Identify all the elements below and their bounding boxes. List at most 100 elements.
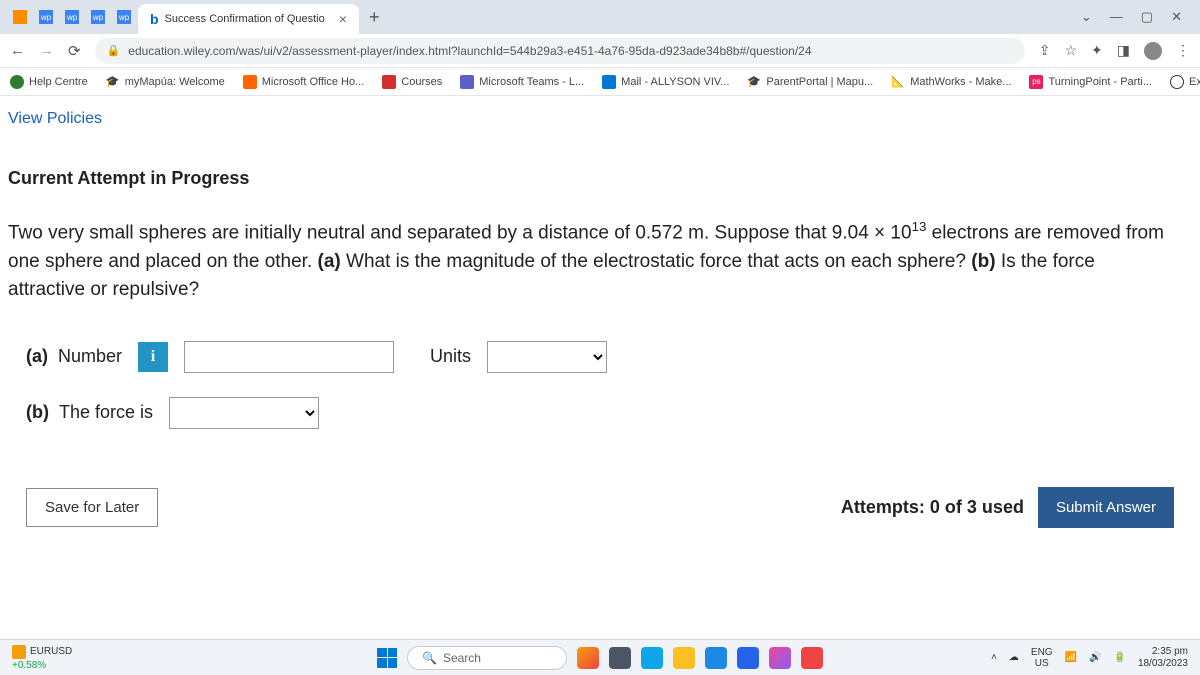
chevron-down-icon[interactable]: ⌄	[1081, 9, 1092, 25]
question-fragment: Two very small spheres are initially neu…	[8, 222, 912, 243]
taskbar-app-5[interactable]	[705, 647, 727, 669]
taskbar-app-3[interactable]	[641, 647, 663, 669]
view-policies-link[interactable]: View Policies	[8, 110, 1192, 128]
tab-pinned-2[interactable]: wp	[34, 5, 58, 29]
bookmark-teams[interactable]: Microsoft Teams - L...	[460, 75, 584, 89]
url-input[interactable]: 🔒 education.wiley.com/was/ui/v2/assessme…	[95, 38, 1025, 64]
wp-icon: wp	[91, 10, 105, 24]
time-text: 2:35 pm	[1152, 646, 1188, 658]
menu-icon[interactable]: ⋮	[1176, 42, 1190, 59]
bookmark-github[interactable]: Explore GitHub	[1170, 75, 1200, 89]
submit-answer-button[interactable]: Submit Answer	[1038, 487, 1174, 528]
taskbar-stock-widget[interactable]: EURUSD +0.58%	[12, 645, 72, 671]
reload-button[interactable]: ⟳	[68, 42, 81, 60]
bookmark-label: Mail - ALLYSON VIV...	[621, 76, 729, 88]
number-label: Number	[58, 346, 122, 366]
start-button[interactable]	[377, 648, 397, 668]
bookmark-label: myMapúa: Welcome	[125, 76, 225, 88]
mathworks-icon: 📐	[891, 75, 905, 89]
taskbar-app-8[interactable]	[801, 647, 823, 669]
wp-icon: wp	[65, 10, 79, 24]
taskbar-app-1[interactable]	[577, 647, 599, 669]
maximize-icon[interactable]: ▢	[1141, 9, 1153, 25]
bookmark-label: Explore GitHub	[1189, 76, 1200, 88]
minimize-icon[interactable]: —	[1110, 9, 1123, 25]
tab-active[interactable]: b Success Confirmation of Questio ×	[138, 4, 359, 34]
page-content: View Policies Current Attempt in Progres…	[0, 96, 1200, 528]
search-icon: 🔍	[422, 651, 437, 665]
bookmark-label: MathWorks - Make...	[910, 76, 1011, 88]
bookmark-mail[interactable]: Mail - ALLYSON VIV...	[602, 75, 729, 89]
star-icon[interactable]: ☆	[1064, 42, 1077, 59]
address-bar: ← → ⟳ 🔒 education.wiley.com/was/ui/v2/as…	[0, 34, 1200, 68]
puzzle-icon[interactable]: ✦	[1091, 42, 1103, 59]
answer-row-a: (a)Number i Units	[8, 341, 1192, 373]
browser-tab-strip: wp wp wp wp b Success Confirmation of Qu…	[0, 0, 1200, 34]
close-window-icon[interactable]: ✕	[1171, 9, 1182, 25]
clock[interactable]: 2:35 pm18/03/2023	[1138, 646, 1188, 670]
side-panel-icon[interactable]: ◨	[1117, 42, 1130, 59]
bookmark-label: Courses	[401, 76, 442, 88]
question-text: Two very small spheres are initially neu…	[8, 217, 1192, 305]
lang-top: ENG	[1031, 647, 1053, 658]
bookmark-label: Help Centre	[29, 76, 88, 88]
language-indicator[interactable]: ENGUS	[1031, 647, 1053, 669]
bookmark-mymapua[interactable]: 🎓 myMapúa: Welcome	[106, 75, 225, 89]
bookmark-office[interactable]: Microsoft Office Ho...	[243, 75, 365, 89]
save-for-later-button[interactable]: Save for Later	[26, 488, 158, 527]
taskbar-app-7[interactable]	[769, 647, 791, 669]
globe-icon	[10, 75, 24, 89]
stock-icon	[12, 645, 26, 659]
action-row: Save for Later Attempts: 0 of 3 used Sub…	[8, 487, 1192, 528]
taskbar-app-6[interactable]	[737, 647, 759, 669]
bookmark-label: TurningPoint - Parti...	[1048, 76, 1152, 88]
bookmarks-bar: Help Centre 🎓 myMapúa: Welcome Microsoft …	[0, 68, 1200, 96]
stock-change: +0.58%	[12, 660, 72, 671]
wp-icon: wp	[39, 10, 53, 24]
tab-pinned-1[interactable]	[8, 5, 32, 29]
lang-bot: US	[1035, 658, 1049, 669]
bookmark-help-centre[interactable]: Help Centre	[10, 75, 88, 89]
back-button[interactable]: ←	[10, 42, 25, 59]
wifi-icon[interactable]: 📶	[1065, 652, 1077, 663]
force-select[interactable]	[169, 397, 319, 429]
courses-icon	[382, 75, 396, 89]
new-tab-button[interactable]: +	[369, 7, 380, 28]
teams-icon	[460, 75, 474, 89]
units-select[interactable]	[487, 341, 607, 373]
bookmark-mathworks[interactable]: 📐 MathWorks - Make...	[891, 75, 1011, 89]
wp-icon: wp	[117, 10, 131, 24]
share-icon[interactable]: ⇪	[1039, 42, 1051, 59]
answer-row-b: (b)The force is	[8, 397, 1192, 429]
taskbar-app-2[interactable]	[609, 647, 631, 669]
number-input[interactable]	[184, 341, 394, 373]
tray-cloud-icon[interactable]: ☁	[1009, 652, 1019, 663]
exponent: 13	[912, 219, 927, 234]
bookmark-courses[interactable]: Courses	[382, 75, 442, 89]
forward-button[interactable]: →	[39, 42, 54, 59]
taskbar-app-4[interactable]	[673, 647, 695, 669]
office-icon	[243, 75, 257, 89]
bookmark-label: Microsoft Teams - L...	[479, 76, 584, 88]
bookmark-turningpoint[interactable]: psTurningPoint - Parti...	[1029, 75, 1152, 89]
tray-chevron-icon[interactable]: ˄	[991, 652, 997, 663]
bookmark-label: Microsoft Office Ho...	[262, 76, 365, 88]
search-placeholder: Search	[443, 651, 481, 665]
volume-icon[interactable]: 🔊	[1089, 652, 1101, 663]
profile-avatar-icon[interactable]	[1144, 42, 1162, 60]
tab-title: Success Confirmation of Questio	[165, 13, 325, 25]
info-button[interactable]: i	[138, 342, 168, 372]
bookmark-parent-portal[interactable]: 🎓ParentPortal | Mapu...	[747, 75, 873, 89]
taskbar-search[interactable]: 🔍 Search	[407, 646, 567, 670]
close-icon[interactable]: ×	[339, 11, 347, 27]
force-label: The force is	[59, 402, 153, 422]
tab-pinned-5[interactable]: wp	[112, 5, 136, 29]
mapua-icon: 🎓	[106, 75, 120, 89]
tab-pinned-3[interactable]: wp	[60, 5, 84, 29]
stock-symbol: EURUSD	[30, 646, 72, 657]
battery-icon[interactable]: 🔋	[1113, 652, 1125, 663]
outlook-icon	[602, 75, 616, 89]
tab-pinned-4[interactable]: wp	[86, 5, 110, 29]
github-icon	[1170, 75, 1184, 89]
windows-taskbar: EURUSD +0.58% 🔍 Search ˄ ☁ ENGUS 📶 🔊 🔋 2:…	[0, 639, 1200, 675]
